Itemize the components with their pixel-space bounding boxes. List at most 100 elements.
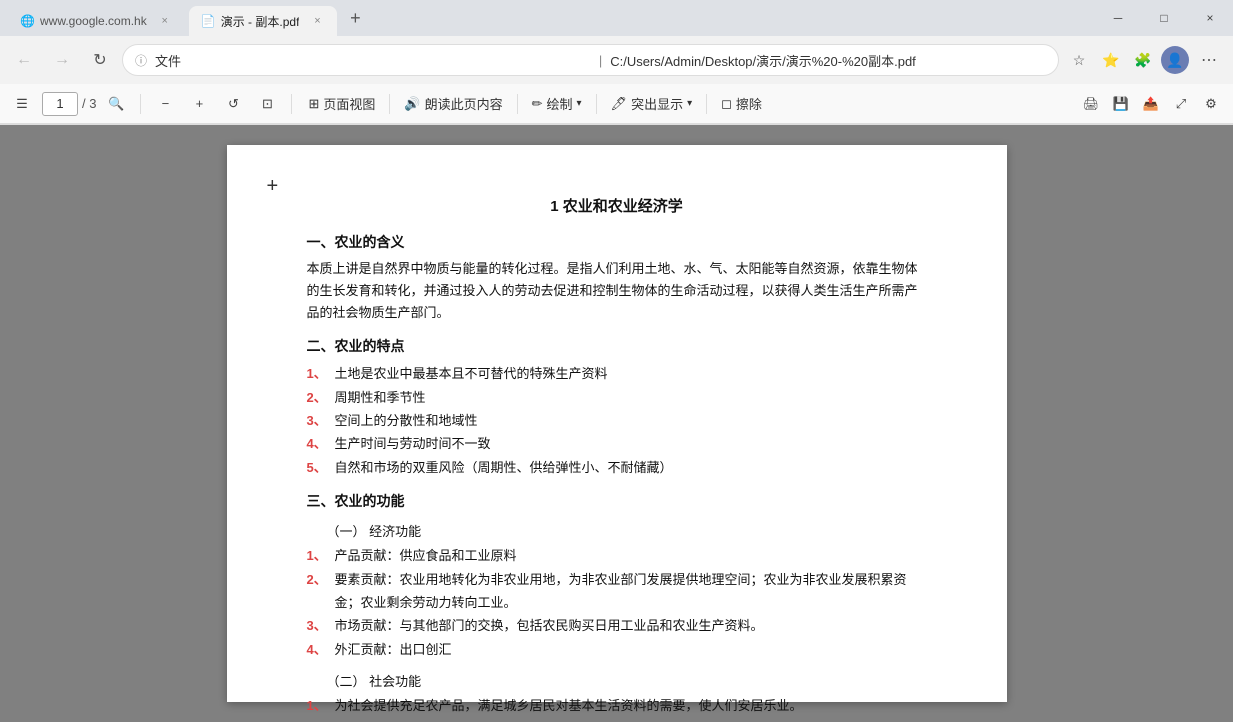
new-tab-icon: + xyxy=(350,8,361,29)
zoom-in-button[interactable]: + xyxy=(185,90,213,118)
list-item: 3、 空间上的分散性和地域性 xyxy=(307,409,927,432)
back-icon: ← xyxy=(16,51,32,69)
tab-favicon-google: 🌐 xyxy=(20,14,34,28)
list-item: 2、 周期性和季节性 xyxy=(307,386,927,409)
list-text: 生产时间与劳动时间不一致 xyxy=(335,432,927,455)
draw-icon: ✏ xyxy=(532,96,543,112)
export-icon: 📤 xyxy=(1143,96,1159,112)
section1-body: 本质上讲是自然界中物质与能量的转化过程。是指人们利用土地、水、气、太阳能等自然资… xyxy=(307,258,927,324)
page-view-label: 页面视图 xyxy=(323,94,375,113)
favorite-icon[interactable]: ☆ xyxy=(1065,46,1093,74)
url-path: C:/Users/Admin/Desktop/演示/演示%20-%20副本.pd… xyxy=(610,51,1046,70)
tab-google[interactable]: 🌐 www.google.com.hk × xyxy=(8,6,185,36)
section3-header: 三、农业的功能 xyxy=(307,491,927,511)
rotate-button[interactable]: ↺ xyxy=(219,90,247,118)
fit-icon: ⊡ xyxy=(262,96,273,112)
page-view-icon: ⊞ xyxy=(308,96,319,112)
address-field[interactable]: ⓘ 文件 | C:/Users/Admin/Desktop/演示/演示%20-%… xyxy=(122,44,1059,76)
address-bar: ← → ↻ ⓘ 文件 | C:/Users/Admin/Desktop/演示/演… xyxy=(0,36,1233,84)
zoom-out-button[interactable]: − xyxy=(151,90,179,118)
forward-button[interactable]: → xyxy=(46,44,78,76)
cursor-crosshair: + xyxy=(267,175,279,198)
list-num: 4、 xyxy=(307,638,331,661)
reading-list-icon[interactable]: ⭐ xyxy=(1097,46,1125,74)
list-text: 为社会提供充足农产品，满足城乡居民对基本生活资料的需要，使人们安居乐业。 xyxy=(335,694,927,717)
list-num: 4、 xyxy=(307,432,331,455)
divider-1 xyxy=(140,94,141,114)
tab-close-google[interactable]: × xyxy=(157,13,173,29)
profile-button[interactable]: 👤 xyxy=(1161,46,1189,74)
close-button[interactable]: × xyxy=(1187,0,1233,36)
address-actions: ☆ ⭐ 🧩 👤 ⋯ xyxy=(1065,44,1225,76)
list-text: 要素贡献：农业用地转化为非农业用地，为非农业部门发展提供地理空间；农业为非农业发… xyxy=(335,568,927,615)
search-button[interactable]: 🔍 xyxy=(102,90,130,118)
erase-icon: ◻ xyxy=(721,96,732,112)
new-tab-button[interactable]: + xyxy=(341,4,369,32)
maximize-icon: □ xyxy=(1160,11,1167,25)
page-total: / 3 xyxy=(82,96,96,111)
tab-close-pdf[interactable]: × xyxy=(309,13,325,29)
pdf-toolbar: ☰ / 3 🔍 − + ↺ ⊡ ⊞ 页面视图 🔊 朗读此页内容 xyxy=(0,84,1233,124)
pdf-title: 1 农业和农业经济学 xyxy=(307,195,927,216)
settings-button[interactable]: ⚙ xyxy=(1197,90,1225,118)
highlight-icon: 🖊 xyxy=(611,96,628,112)
draw-label: 绘制 xyxy=(547,94,573,113)
sub-section1-header: （一） 经济功能 xyxy=(327,521,927,540)
highlight-button[interactable]: 🖊 突出显示 ▾ xyxy=(605,90,699,118)
menu-button[interactable]: ☰ xyxy=(8,90,36,118)
zoom-in-icon: + xyxy=(196,96,204,111)
profile-avatar: 👤 xyxy=(1166,52,1183,69)
fit-button[interactable]: ⊡ xyxy=(253,90,281,118)
back-button[interactable]: ← xyxy=(8,44,40,76)
sub-section2-header: （二） 社会功能 xyxy=(327,671,927,690)
list-text: 自然和市场的双重风险（周期性、供给弹性小、不耐储藏） xyxy=(335,456,927,479)
list-text: 补充农村不完善的社会保障。 xyxy=(335,718,927,722)
sub-section2-items: 1、 为社会提供充足农产品，满足城乡居民对基本生活资料的需要，使人们安居乐业。 … xyxy=(307,694,927,722)
highlight-chevron-icon: ▾ xyxy=(687,98,692,109)
draw-button[interactable]: ✏ 绘制 ▾ xyxy=(526,90,588,118)
sep-4 xyxy=(706,94,707,114)
list-item: 1、 产品贡献：供应食品和工业原料 xyxy=(307,544,927,567)
tab-pdf[interactable]: 📄 演示 - 副本.pdf × xyxy=(189,6,338,36)
maximize-button[interactable]: □ xyxy=(1141,0,1187,36)
more-button[interactable]: ⋯ xyxy=(1193,44,1225,76)
page-input[interactable] xyxy=(42,92,78,116)
close-icon: × xyxy=(1206,11,1213,25)
erase-button[interactable]: ◻ 擦除 xyxy=(715,90,768,118)
minimize-icon: ─ xyxy=(1114,11,1123,25)
list-text: 产品贡献：供应食品和工业原料 xyxy=(335,544,927,567)
list-item: 4、 生产时间与劳动时间不一致 xyxy=(307,432,927,455)
list-item: 1、 土地是农业中最基本且不可替代的特殊生产资料 xyxy=(307,362,927,385)
zoom-out-icon: − xyxy=(162,96,170,111)
fullscreen-icon: ⤢ xyxy=(1176,96,1186,112)
highlight-label: 突出显示 xyxy=(631,94,683,113)
page-view-button[interactable]: ⊞ 页面视图 xyxy=(302,90,381,118)
list-num: 1、 xyxy=(307,544,331,567)
sep-2 xyxy=(517,94,518,114)
list-num: 2、 xyxy=(307,718,331,722)
page-input-group: / 3 xyxy=(42,92,96,116)
tab-bar-left: 🌐 www.google.com.hk × 📄 演示 - 副本.pdf × + xyxy=(0,3,377,33)
list-num: 3、 xyxy=(307,409,331,432)
export-button[interactable]: 📤 xyxy=(1137,90,1165,118)
read-aloud-button[interactable]: 🔊 朗读此页内容 xyxy=(398,90,508,118)
read-aloud-icon: 🔊 xyxy=(404,96,420,112)
print-button[interactable]: 🖨 xyxy=(1077,90,1105,118)
pdf-viewer[interactable]: + 1 农业和农业经济学 一、农业的含义 本质上讲是自然界中物质与能量的转化过程… xyxy=(0,125,1233,722)
list-num: 1、 xyxy=(307,362,331,385)
section2-items: 1、 土地是农业中最基本且不可替代的特殊生产资料 2、 周期性和季节性 3、 空… xyxy=(307,362,927,479)
settings-icon: ⚙ xyxy=(1205,96,1217,112)
refresh-icon: ↻ xyxy=(93,50,106,70)
list-item: 4、 外汇贡献：出口创汇 xyxy=(307,638,927,661)
save-button[interactable]: 💾 xyxy=(1107,90,1135,118)
save-icon: 💾 xyxy=(1113,96,1129,112)
minimize-button[interactable]: ─ xyxy=(1095,0,1141,36)
list-text: 土地是农业中最基本且不可替代的特殊生产资料 xyxy=(335,362,927,385)
refresh-button[interactable]: ↻ xyxy=(84,44,116,76)
extensions-icon[interactable]: 🧩 xyxy=(1129,46,1157,74)
fullscreen-button[interactable]: ⤢ xyxy=(1167,90,1195,118)
list-item: 1、 为社会提供充足农产品，满足城乡居民对基本生活资料的需要，使人们安居乐业。 xyxy=(307,694,927,717)
section2-header: 二、农业的特点 xyxy=(307,336,927,356)
forward-icon: → xyxy=(54,51,70,69)
list-item: 2、 要素贡献：农业用地转化为非农业用地，为非农业部门发展提供地理空间；农业为非… xyxy=(307,568,927,615)
